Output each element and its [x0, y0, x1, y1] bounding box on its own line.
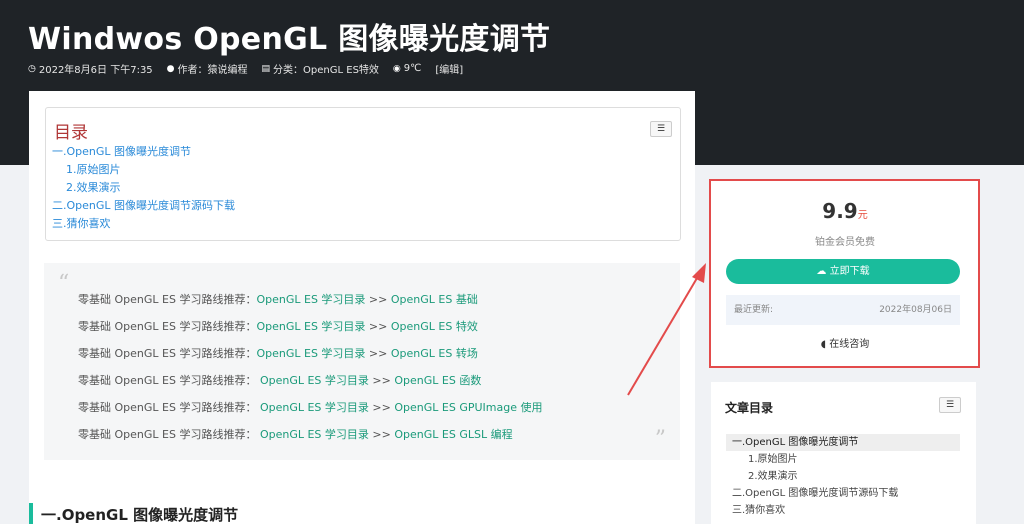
list-icon: ☰ — [656, 124, 666, 134]
recommend-quote: “ 零基础 OpenGL ES 学习路线推荐：OpenGL ES 学习目录 >>… — [44, 263, 680, 460]
recommend-line: 零基础 OpenGL ES 学习路线推荐：OpenGL ES 学习目录 >> O… — [78, 293, 478, 306]
folder-icon: ▤ — [261, 63, 271, 74]
sidebar-toc-item[interactable]: 1.原始图片 — [726, 451, 960, 468]
sidebar-toc-item[interactable]: 2.效果演示 — [726, 468, 960, 485]
toc-toggle-button[interactable]: ☰ — [650, 121, 672, 137]
toc-item[interactable]: 1.原始图片 — [52, 161, 235, 179]
toc-box: 目录 ☰ 一.OpenGL 图像曝光度调节 1.原始图片 2.效果演示 二.Op… — [45, 107, 681, 241]
quote-close-icon: ” — [654, 427, 666, 452]
recommend-line: 零基础 OpenGL ES 学习路线推荐： OpenGL ES 学习目录 >> … — [78, 401, 543, 414]
toc-item[interactable]: 2.效果演示 — [52, 179, 235, 197]
article-card: 目录 ☰ 一.OpenGL 图像曝光度调节 1.原始图片 2.效果演示 二.Op… — [29, 91, 695, 524]
sidebar-toc-title: 文章目录 — [725, 401, 774, 415]
meta-author: ● 作者：猿说编程 — [166, 63, 248, 77]
list-icon: ☰ — [945, 400, 955, 410]
toc-title: 目录 — [54, 123, 88, 143]
meta-category: ▤ 分类：OpenGL ES特效 — [261, 63, 379, 77]
toc-item[interactable]: 三.猜你喜欢 — [52, 215, 235, 233]
post-title: Windwos OpenGL 图像曝光度调节 — [28, 22, 551, 57]
sidebar-toc-list: 一.OpenGL 图像曝光度调节 1.原始图片 2.效果演示 二.OpenGL … — [726, 434, 960, 519]
recommend-line: 零基础 OpenGL ES 学习路线推荐：OpenGL ES 学习目录 >> O… — [78, 320, 478, 333]
sidebar-toc-toggle[interactable]: ☰ — [939, 397, 961, 413]
recommend-line: 零基础 OpenGL ES 学习路线推荐： OpenGL ES 学习目录 >> … — [78, 428, 513, 441]
sidebar-toc: 文章目录 ☰ 一.OpenGL 图像曝光度调节 1.原始图片 2.效果演示 二.… — [711, 382, 976, 524]
sidebar-toc-item[interactable]: 二.OpenGL 图像曝光度调节源码下载 — [726, 485, 960, 502]
annotation-arrow — [627, 263, 706, 396]
recommend-line: 零基础 OpenGL ES 学习路线推荐： OpenGL ES 学习目录 >> … — [78, 374, 482, 387]
post-meta: ◷ 2022年8月6日 下午7:35 ● 作者：猿说编程 ▤ 分类：OpenGL ES… — [28, 61, 463, 76]
toc-item[interactable]: 二.OpenGL 图像曝光度调节源码下载 — [52, 197, 235, 215]
section-heading: 一.OpenGL 图像曝光度调节 — [29, 503, 238, 524]
recommend-line: 零基础 OpenGL ES 学习路线推荐：OpenGL ES 学习目录 >> O… — [78, 347, 478, 360]
clock-icon: ◷ — [28, 63, 36, 74]
meta-date: ◷ 2022年8月6日 下午7:35 — [28, 63, 153, 77]
user-icon: ● — [166, 63, 175, 74]
edit-link[interactable]: [编辑] — [435, 61, 463, 76]
toc-list: 一.OpenGL 图像曝光度调节 1.原始图片 2.效果演示 二.OpenGL … — [52, 143, 235, 233]
eye-icon: ◉ — [392, 63, 401, 74]
toc-item[interactable]: 一.OpenGL 图像曝光度调节 — [52, 143, 235, 161]
highlight-box — [709, 179, 980, 368]
quote-open-icon: “ — [58, 271, 70, 296]
meta-views: ◉ 9℃ — [392, 63, 422, 74]
recommend-lines: 零基础 OpenGL ES 学习路线推荐：OpenGL ES 学习目录 >> O… — [78, 286, 542, 448]
sidebar-toc-item[interactable]: 一.OpenGL 图像曝光度调节 — [726, 434, 960, 451]
sidebar-toc-item[interactable]: 三.猜你喜欢 — [726, 502, 960, 519]
